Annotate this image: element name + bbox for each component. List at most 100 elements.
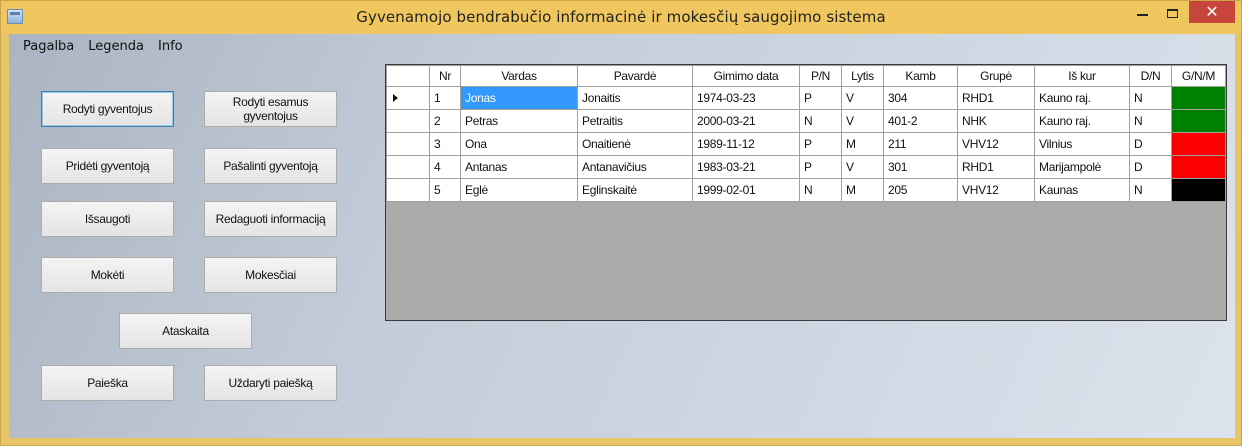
row-header[interactable] bbox=[386, 86, 430, 110]
cell-is-kur[interactable]: Marijampolė bbox=[1034, 155, 1130, 179]
cell-nr[interactable]: 3 bbox=[429, 132, 461, 156]
cell-is-kur[interactable]: Kauno raj. bbox=[1034, 109, 1130, 133]
column-header-grupe[interactable]: Grupė bbox=[957, 65, 1035, 87]
window-title: Gyvenamojo bendrabučio informacinė ir mo… bbox=[356, 8, 886, 26]
maximize-button[interactable] bbox=[1159, 1, 1185, 23]
cell-gimimo-data[interactable]: 1999-02-01 bbox=[692, 178, 800, 202]
cell-pavarde[interactable]: Eglinskaitė bbox=[577, 178, 693, 202]
cell-is-kur[interactable]: Kauno raj. bbox=[1034, 86, 1130, 110]
cell-dn[interactable]: D bbox=[1129, 132, 1172, 156]
cell-lytis[interactable]: M bbox=[841, 178, 884, 202]
cell-kamb[interactable]: 301 bbox=[883, 155, 958, 179]
column-header-pavarde[interactable]: Pavardė bbox=[577, 65, 693, 87]
cell-grupe[interactable]: NHK bbox=[957, 109, 1035, 133]
cell-kamb[interactable]: 304 bbox=[883, 86, 958, 110]
remove-resident-button[interactable]: Pašalinti gyventoją bbox=[204, 148, 337, 184]
cell-nr[interactable]: 2 bbox=[429, 109, 461, 133]
edit-info-button[interactable]: Redaguoti informaciją bbox=[204, 201, 337, 237]
cell-is-kur[interactable]: Vilnius bbox=[1034, 132, 1130, 156]
cell-pn[interactable]: N bbox=[799, 178, 842, 202]
cell-status-color[interactable] bbox=[1171, 109, 1226, 133]
row-header[interactable] bbox=[386, 132, 430, 156]
row-header[interactable] bbox=[386, 155, 430, 179]
column-header-kamb[interactable]: Kamb bbox=[883, 65, 958, 87]
cell-is-kur[interactable]: Kaunas bbox=[1034, 178, 1130, 202]
table-row[interactable]: 4 Antanas Antanavičius 1983-03-21 P V 301 RHD1 M… bbox=[386, 155, 1226, 179]
cell-pn[interactable]: P bbox=[799, 155, 842, 179]
cell-status-color[interactable] bbox=[1171, 132, 1226, 156]
cell-dn[interactable]: D bbox=[1129, 155, 1172, 179]
column-header-vardas[interactable]: Vardas bbox=[460, 65, 578, 87]
cell-pavarde[interactable]: Jonaitis bbox=[577, 86, 693, 110]
cell-vardas[interactable]: Petras bbox=[460, 109, 578, 133]
cell-status-color[interactable] bbox=[1171, 178, 1226, 202]
cell-dn[interactable]: N bbox=[1129, 178, 1172, 202]
column-header-gimimo-data[interactable]: Gimimo data bbox=[692, 65, 800, 87]
close-search-button[interactable]: Uždaryti paiešką bbox=[204, 365, 337, 401]
row-header[interactable] bbox=[386, 178, 430, 202]
cell-gimimo-data[interactable]: 1974-03-23 bbox=[692, 86, 800, 110]
table-row[interactable]: 3 Ona Onaitienė 1989-11-12 P M 211 VHV12 Vilnius… bbox=[386, 132, 1226, 156]
cell-pn[interactable]: P bbox=[799, 132, 842, 156]
cell-lytis[interactable]: V bbox=[841, 86, 884, 110]
cell-grupe[interactable]: RHD1 bbox=[957, 86, 1035, 110]
cell-gimimo-data[interactable]: 1989-11-12 bbox=[692, 132, 800, 156]
close-icon: ✕ bbox=[1205, 2, 1219, 21]
cell-gimimo-data[interactable]: 1983-03-21 bbox=[692, 155, 800, 179]
cell-vardas[interactable]: Antanas bbox=[460, 155, 578, 179]
minimize-button[interactable] bbox=[1129, 1, 1155, 23]
column-header-is-kur[interactable]: Iš kur bbox=[1034, 65, 1130, 87]
show-residents-button[interactable]: Rodyti gyventojus bbox=[41, 91, 174, 127]
report-button[interactable]: Ataskaita bbox=[119, 313, 252, 349]
cell-lytis[interactable]: V bbox=[841, 155, 884, 179]
column-header-lytis[interactable]: Lytis bbox=[841, 65, 884, 87]
cell-grupe[interactable]: RHD1 bbox=[957, 155, 1035, 179]
search-button[interactable]: Paieška bbox=[41, 365, 174, 401]
cell-pn[interactable]: N bbox=[799, 109, 842, 133]
residents-grid[interactable]: Nr Vardas Pavardė Gimimo data P/N Lytis … bbox=[385, 64, 1227, 321]
row-header[interactable] bbox=[386, 109, 430, 133]
cell-vardas[interactable]: Eglė bbox=[460, 178, 578, 202]
pay-button[interactable]: Mokėti bbox=[41, 257, 174, 293]
residents-table: Nr Vardas Pavardė Gimimo data P/N Lytis … bbox=[386, 65, 1226, 202]
cell-status-color[interactable] bbox=[1171, 86, 1226, 110]
cell-kamb[interactable]: 205 bbox=[883, 178, 958, 202]
table-row[interactable]: 1 Jonas Jonaitis 1974-03-23 P V 304 RHD1 Kauno r… bbox=[386, 86, 1226, 110]
table-row[interactable]: 5 Eglė Eglinskaitė 1999-02-01 N M 205 VHV12 Kaun… bbox=[386, 178, 1226, 202]
minimize-icon bbox=[1136, 14, 1148, 16]
cell-kamb[interactable]: 401-2 bbox=[883, 109, 958, 133]
cell-pn[interactable]: P bbox=[799, 86, 842, 110]
cell-lytis[interactable]: M bbox=[841, 132, 884, 156]
cell-kamb[interactable]: 211 bbox=[883, 132, 958, 156]
cell-grupe[interactable]: VHV12 bbox=[957, 132, 1035, 156]
save-button[interactable]: Išsaugoti bbox=[41, 201, 174, 237]
cell-pavarde[interactable]: Antanavičius bbox=[577, 155, 693, 179]
cell-gimimo-data[interactable]: 2000-03-21 bbox=[692, 109, 800, 133]
close-button[interactable]: ✕ bbox=[1189, 1, 1235, 23]
show-current-residents-button[interactable]: Rodyti esamus gyventojus bbox=[204, 91, 337, 127]
title-bar[interactable]: Gyvenamojo bendrabučio informacinė ir mo… bbox=[1, 1, 1241, 34]
cell-nr[interactable]: 5 bbox=[429, 178, 461, 202]
table-row[interactable]: 2 Petras Petraitis 2000-03-21 N V 401-2 NHK Kaun… bbox=[386, 109, 1226, 133]
menu-item-legenda[interactable]: Legenda bbox=[81, 36, 151, 58]
column-header-dn[interactable]: D/N bbox=[1129, 65, 1172, 87]
cell-pavarde[interactable]: Onaitienė bbox=[577, 132, 693, 156]
column-header-gnm[interactable]: G/N/M bbox=[1171, 65, 1226, 87]
add-resident-button[interactable]: Pridėti gyventoją bbox=[41, 148, 174, 184]
cell-grupe[interactable]: VHV12 bbox=[957, 178, 1035, 202]
cell-nr[interactable]: 1 bbox=[429, 86, 461, 110]
menu-item-info[interactable]: Info bbox=[151, 36, 190, 58]
column-header-pn[interactable]: P/N bbox=[799, 65, 842, 87]
cell-dn[interactable]: N bbox=[1129, 86, 1172, 110]
cell-status-color[interactable] bbox=[1171, 155, 1226, 179]
menu-item-pagalba[interactable]: Pagalba bbox=[9, 36, 81, 58]
fees-button[interactable]: Mokesčiai bbox=[204, 257, 337, 293]
cell-vardas[interactable]: Jonas bbox=[460, 86, 578, 110]
cell-dn[interactable]: N bbox=[1129, 109, 1172, 133]
cell-lytis[interactable]: V bbox=[841, 109, 884, 133]
row-header-corner[interactable] bbox=[386, 65, 430, 87]
cell-nr[interactable]: 4 bbox=[429, 155, 461, 179]
cell-pavarde[interactable]: Petraitis bbox=[577, 109, 693, 133]
column-header-nr[interactable]: Nr bbox=[429, 65, 461, 87]
cell-vardas[interactable]: Ona bbox=[460, 132, 578, 156]
